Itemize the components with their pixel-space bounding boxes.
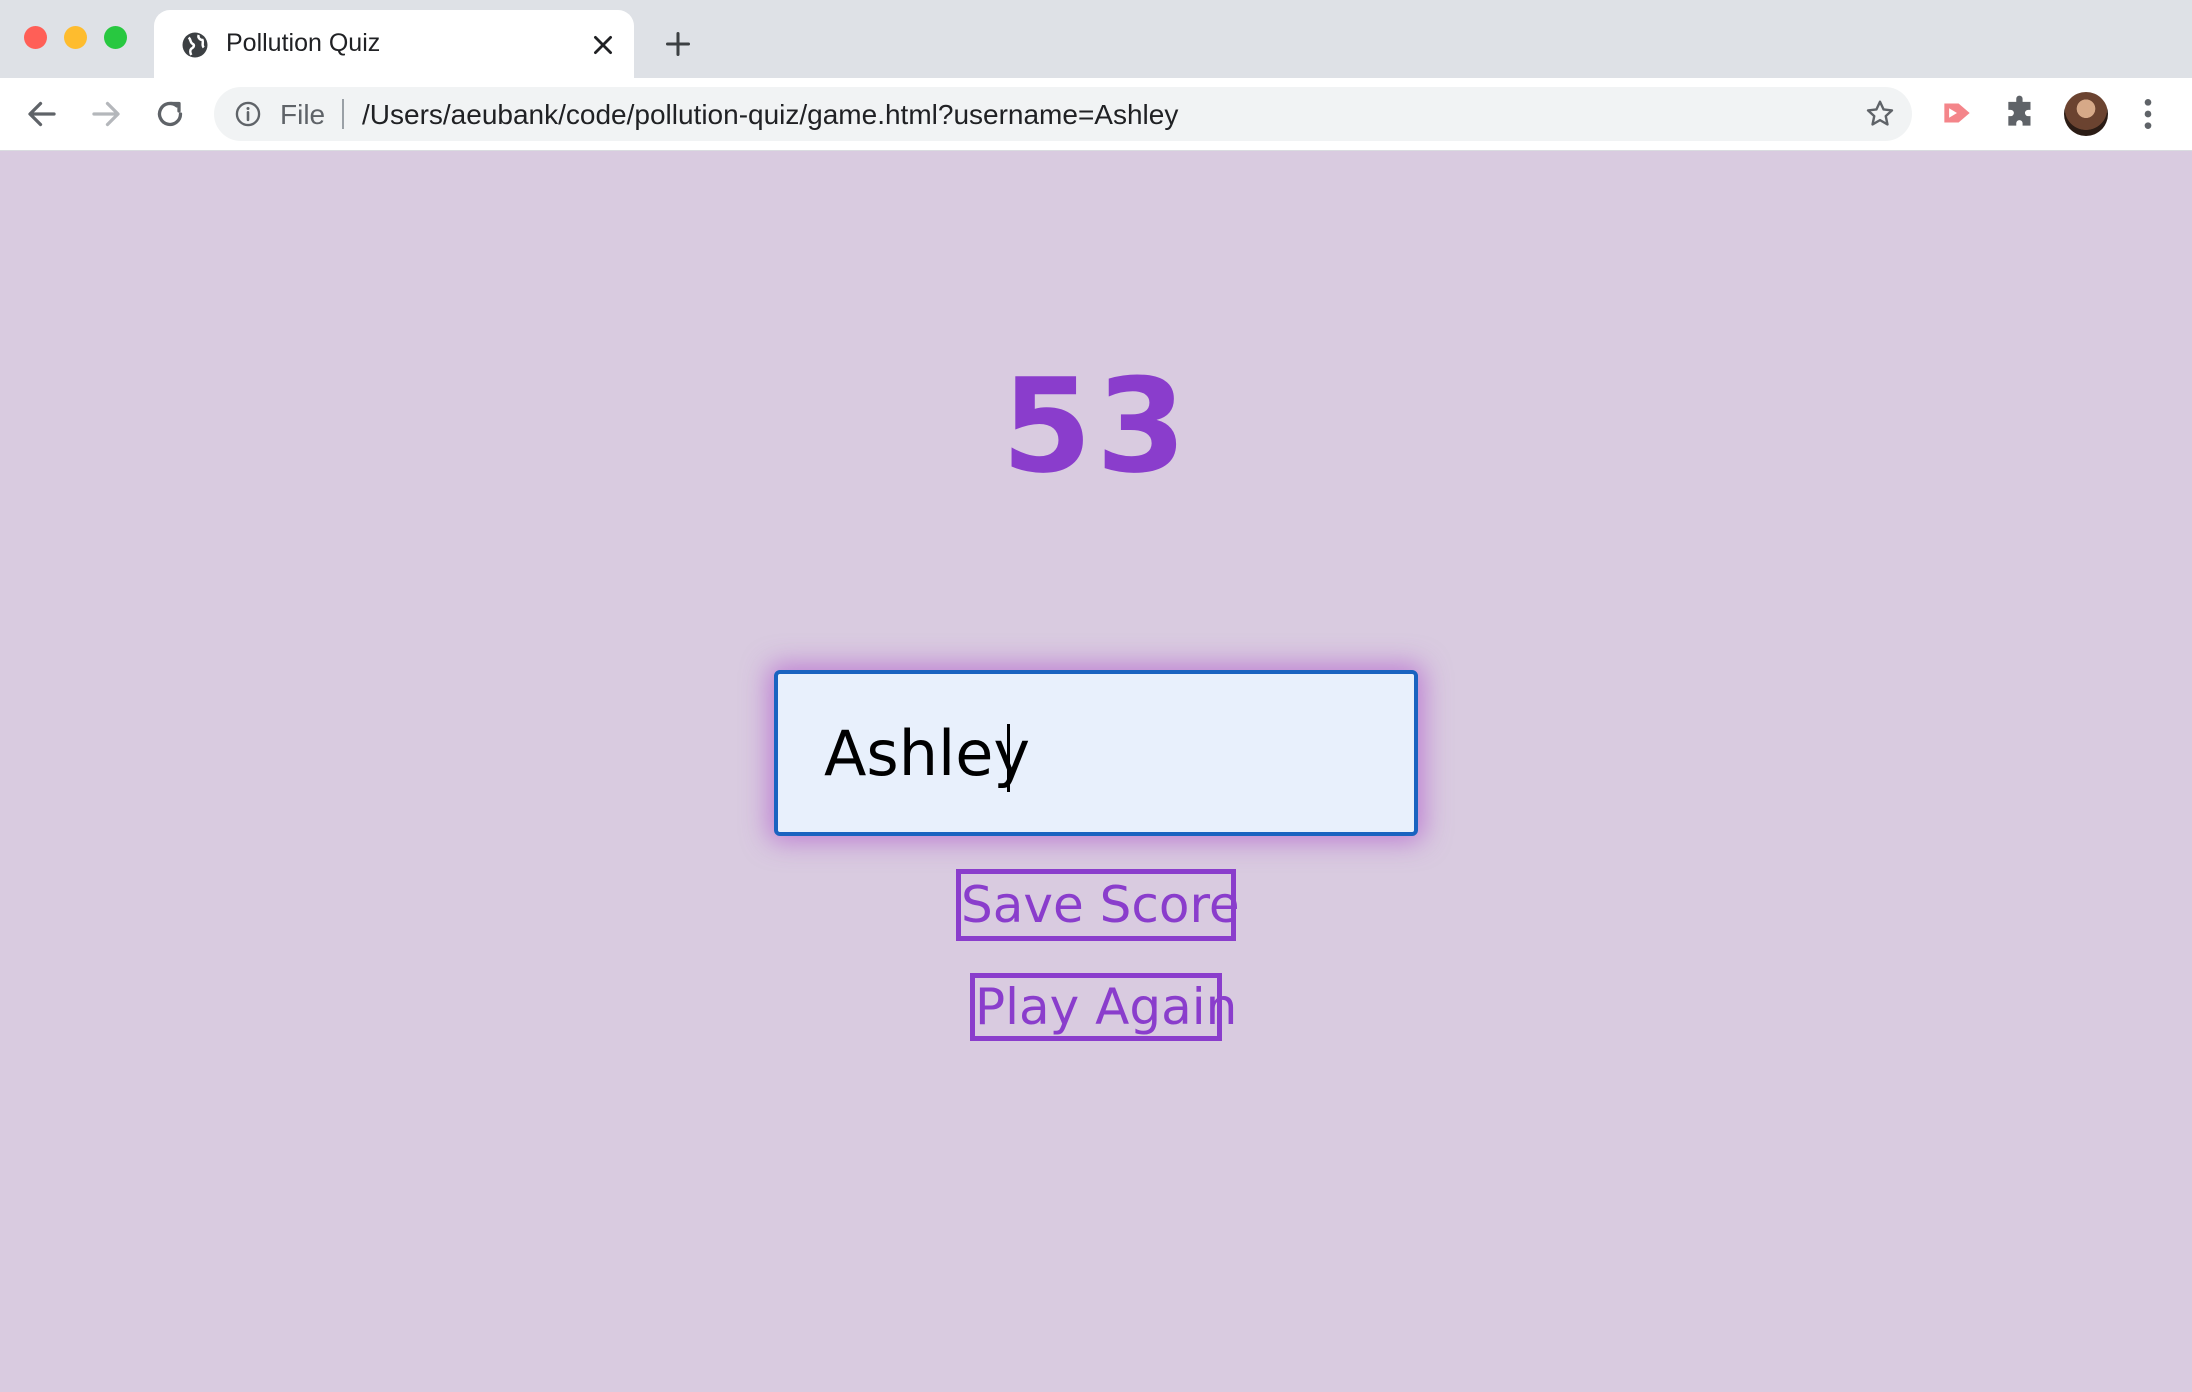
save-score-button[interactable]: Save Score [956,869,1240,941]
page-viewport: 53 Save Score Play Again [0,151,2192,1392]
back-arrow-icon[interactable] [24,96,60,132]
reload-icon[interactable] [152,96,188,132]
tab-close-icon[interactable] [590,32,616,58]
more-menu-icon[interactable] [2136,94,2160,134]
window-maximize-button[interactable] [104,26,127,49]
window-minimize-button[interactable] [64,26,87,49]
scheme-label: File [280,99,326,130]
url-text[interactable]: /Users/aeubank/code/pollution-quiz/game.… [362,99,1178,131]
tab-title: Pollution Quiz [226,29,381,57]
globe-icon [182,32,208,58]
username-input[interactable] [774,670,1418,836]
tab-strip: Pollution Quiz [0,0,2192,78]
text-caret [1007,724,1010,792]
profile-avatar[interactable] [2064,92,2108,136]
new-tab-icon[interactable] [664,30,692,58]
bookmark-star-icon[interactable] [1864,98,1896,130]
final-score: 53 [1001,350,1191,502]
browser-toolbar: File /Users/aeubank/code/pollution-quiz/… [0,78,2192,151]
tab-pollution-quiz[interactable]: Pollution Quiz [154,10,634,78]
extensions-puzzle-icon[interactable] [2002,94,2040,132]
address-bar[interactable]: File /Users/aeubank/code/pollution-quiz/… [214,87,1912,141]
address-divider [342,99,344,129]
forward-arrow-icon[interactable] [88,96,124,132]
screen-recorder-extension-icon[interactable] [1938,94,1976,132]
play-again-button[interactable]: Play Again [970,973,1237,1041]
window-close-button[interactable] [24,26,47,49]
info-icon[interactable] [234,100,262,128]
